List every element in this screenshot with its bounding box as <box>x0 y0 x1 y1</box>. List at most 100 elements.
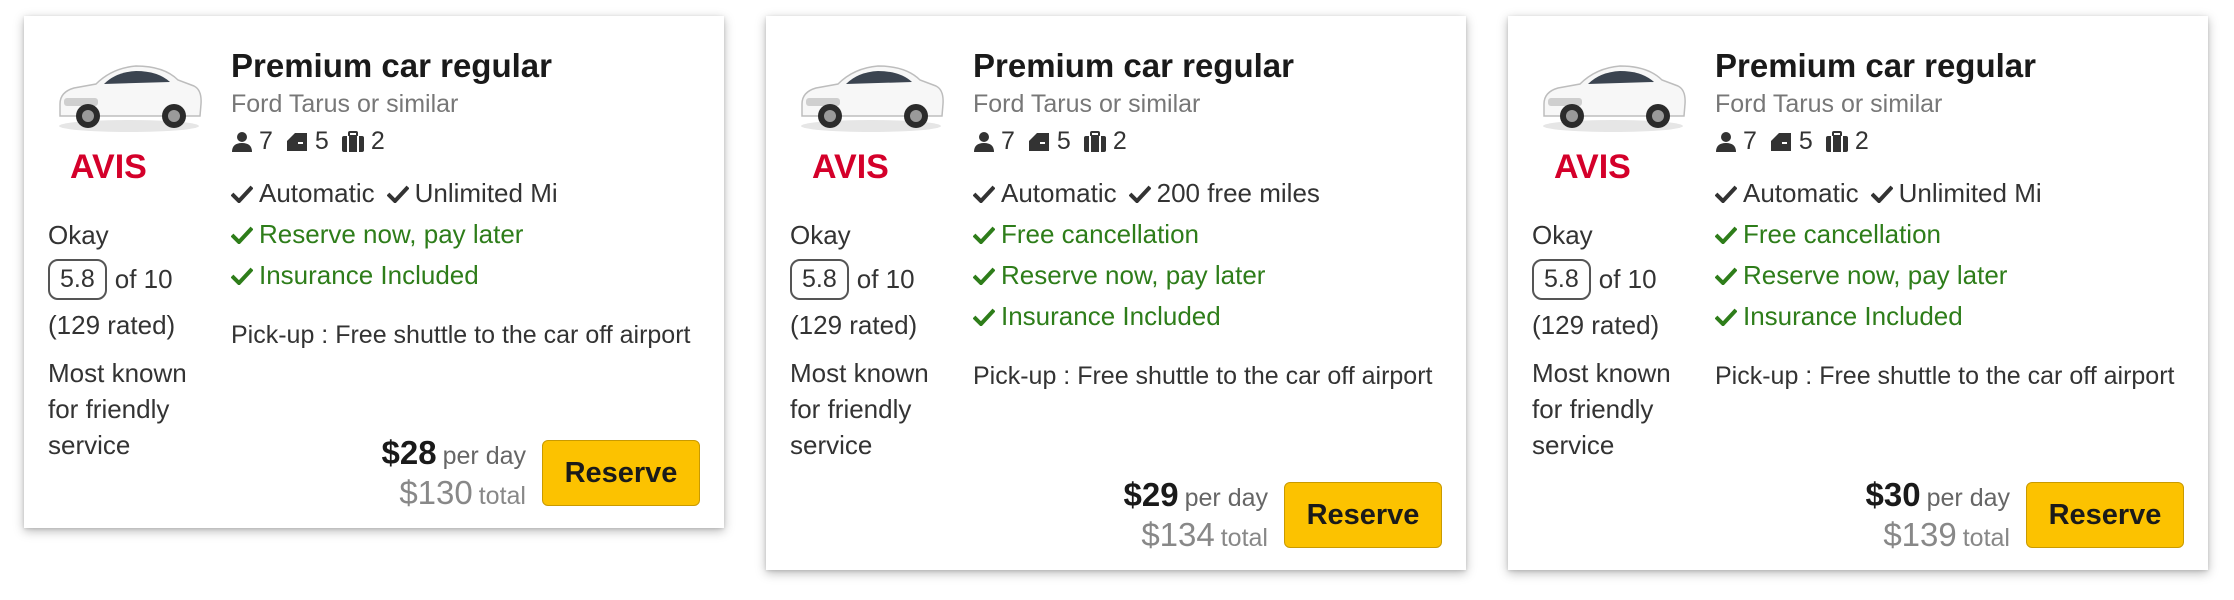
per-day-line: $30 per day <box>1866 476 2010 514</box>
rating-out-of: of 10 <box>114 264 173 294</box>
rating-score-line: 5.8 of 10 <box>48 259 218 300</box>
reserve-button[interactable]: Reserve <box>2026 482 2184 548</box>
known-for: Most known for friendly service <box>48 358 187 460</box>
total-price: $134 <box>1141 516 1215 553</box>
svg-text:AVIS: AVIS <box>812 148 889 184</box>
check-icon <box>1715 308 1737 326</box>
bags-spec: 2 <box>1825 127 1869 156</box>
car-subtitle: Ford Tarus or similar <box>973 90 1201 118</box>
luggage-icon <box>1825 130 1848 152</box>
check-icon <box>386 185 409 203</box>
door-icon <box>286 132 307 151</box>
feature-item: Automatic <box>1715 178 1859 209</box>
car-subtitle: Ford Tarus or similar <box>231 90 459 118</box>
known-for: Most known for friendly service <box>1532 358 1671 460</box>
check-icon <box>1715 226 1737 244</box>
luggage-icon <box>1083 130 1106 152</box>
per-day-price: $28 <box>381 434 437 471</box>
per-day-price: $30 <box>1865 476 1921 513</box>
green-feature-item: Reserve now, pay later <box>1715 260 2185 291</box>
rating-out-of: of 10 <box>856 264 915 294</box>
car-title: Premium car regular <box>1715 47 2036 84</box>
green-feature-item: Reserve now, pay later <box>231 219 701 250</box>
rating-count: (129 rated) <box>1532 310 1660 340</box>
total-label: total <box>1220 524 1268 552</box>
feature-item: Unlimited Mi <box>386 178 558 209</box>
bags-spec: 2 <box>1083 127 1127 156</box>
car-subtitle: Ford Tarus or similar <box>1715 90 1943 118</box>
check-icon <box>231 226 253 244</box>
car-result-card: AVIS Okay 5.8 of 10 (129 rated) Most kno… <box>24 16 724 528</box>
car-details: Premium car regular Ford Tarus or simila… <box>1715 46 2185 394</box>
car-specs: 7 5 2 <box>973 127 1443 156</box>
green-features: Free cancellation Reserve now, pay later… <box>1715 219 2185 332</box>
check-icon <box>1128 185 1151 203</box>
rating-word: Okay <box>1532 220 1593 250</box>
pickup-info: Pick-up : Free shuttle to the car off ai… <box>231 321 691 349</box>
door-icon <box>1028 132 1049 151</box>
luggage-icon <box>341 130 364 152</box>
person-icon <box>974 131 994 152</box>
check-icon <box>1715 267 1737 285</box>
check-icon <box>973 226 995 244</box>
passengers-spec: 7 <box>1715 127 1757 156</box>
avis-logo: AVIS <box>1554 148 1631 184</box>
car-specs: 7 5 2 <box>231 127 701 156</box>
check-icon <box>973 308 995 326</box>
car-result-card: AVIS Okay 5.8 of 10 (129 rated) Most kno… <box>1508 16 2208 570</box>
rating-count: (129 rated) <box>790 310 918 340</box>
reserve-button[interactable]: Reserve <box>1284 482 1442 548</box>
feature-item: 200 free miles <box>1128 178 1320 209</box>
results-area: AVIS Okay 5.8 of 10 (129 rated) Most kno… <box>0 0 2234 600</box>
green-feature-item: Free cancellation <box>973 219 1443 250</box>
car-image <box>1543 65 1686 132</box>
feature-item: Automatic <box>231 178 375 209</box>
rating-score-line: 5.8 of 10 <box>1532 259 1702 300</box>
rating-score-line: 5.8 of 10 <box>790 259 960 300</box>
green-feature-item: Reserve now, pay later <box>973 260 1443 291</box>
pickup-info: Pick-up : Free shuttle to the car off ai… <box>1715 362 2175 390</box>
known-for: Most known for friendly service <box>790 358 929 460</box>
green-features: Free cancellation Reserve now, pay later… <box>973 219 1443 332</box>
price-block: $29 per day $134 total <box>1124 476 1268 554</box>
rating-score: 5.8 <box>1532 259 1591 300</box>
car-image <box>59 65 202 132</box>
total-label: total <box>1962 524 2010 552</box>
price-area: $28 per day $130 total Reserve <box>382 434 700 512</box>
rating-word: Okay <box>790 220 851 250</box>
car-image <box>801 65 944 132</box>
person-icon <box>232 131 252 152</box>
door-icon <box>1770 132 1791 151</box>
green-feature-item: Insurance Included <box>231 260 701 291</box>
green-feature-item: Insurance Included <box>1715 301 2185 332</box>
doors-spec: 5 <box>1769 127 1813 156</box>
feature-row: Automatic 200 free miles <box>973 178 1443 209</box>
doors-spec: 5 <box>285 127 329 156</box>
price-area: $30 per day $139 total Reserve <box>1866 476 2184 554</box>
green-feature-item: Insurance Included <box>973 301 1443 332</box>
total-line: $139 total <box>1866 516 2010 554</box>
per-day-price: $29 <box>1123 476 1179 513</box>
feature-row: Automatic Unlimited Mi <box>1715 178 2185 209</box>
feature-row: Automatic Unlimited Mi <box>231 178 701 209</box>
check-icon <box>1715 185 1737 203</box>
green-features: Reserve now, pay later Insurance Include… <box>231 219 701 291</box>
passengers-spec: 7 <box>973 127 1015 156</box>
total-line: $130 total <box>382 474 526 512</box>
total-price: $139 <box>1883 516 1957 553</box>
green-feature-item: Free cancellation <box>1715 219 2185 250</box>
total-label: total <box>478 482 526 510</box>
check-icon <box>231 185 253 203</box>
avis-logo: AVIS <box>812 148 889 184</box>
rating-count: (129 rated) <box>48 310 176 340</box>
per-day-line: $29 per day <box>1124 476 1268 514</box>
car-summary: AVIS Okay 5.8 of 10 (129 rated) Most kno… <box>1532 46 1702 463</box>
car-details: Premium car regular Ford Tarus or simila… <box>231 46 701 353</box>
per-day-label: per day <box>1926 484 2010 512</box>
car-specs: 7 5 2 <box>1715 127 2185 156</box>
total-price: $130 <box>399 474 473 511</box>
reserve-button[interactable]: Reserve <box>542 440 700 506</box>
check-icon <box>973 185 995 203</box>
feature-item: Unlimited Mi <box>1870 178 2042 209</box>
bags-spec: 2 <box>341 127 385 156</box>
